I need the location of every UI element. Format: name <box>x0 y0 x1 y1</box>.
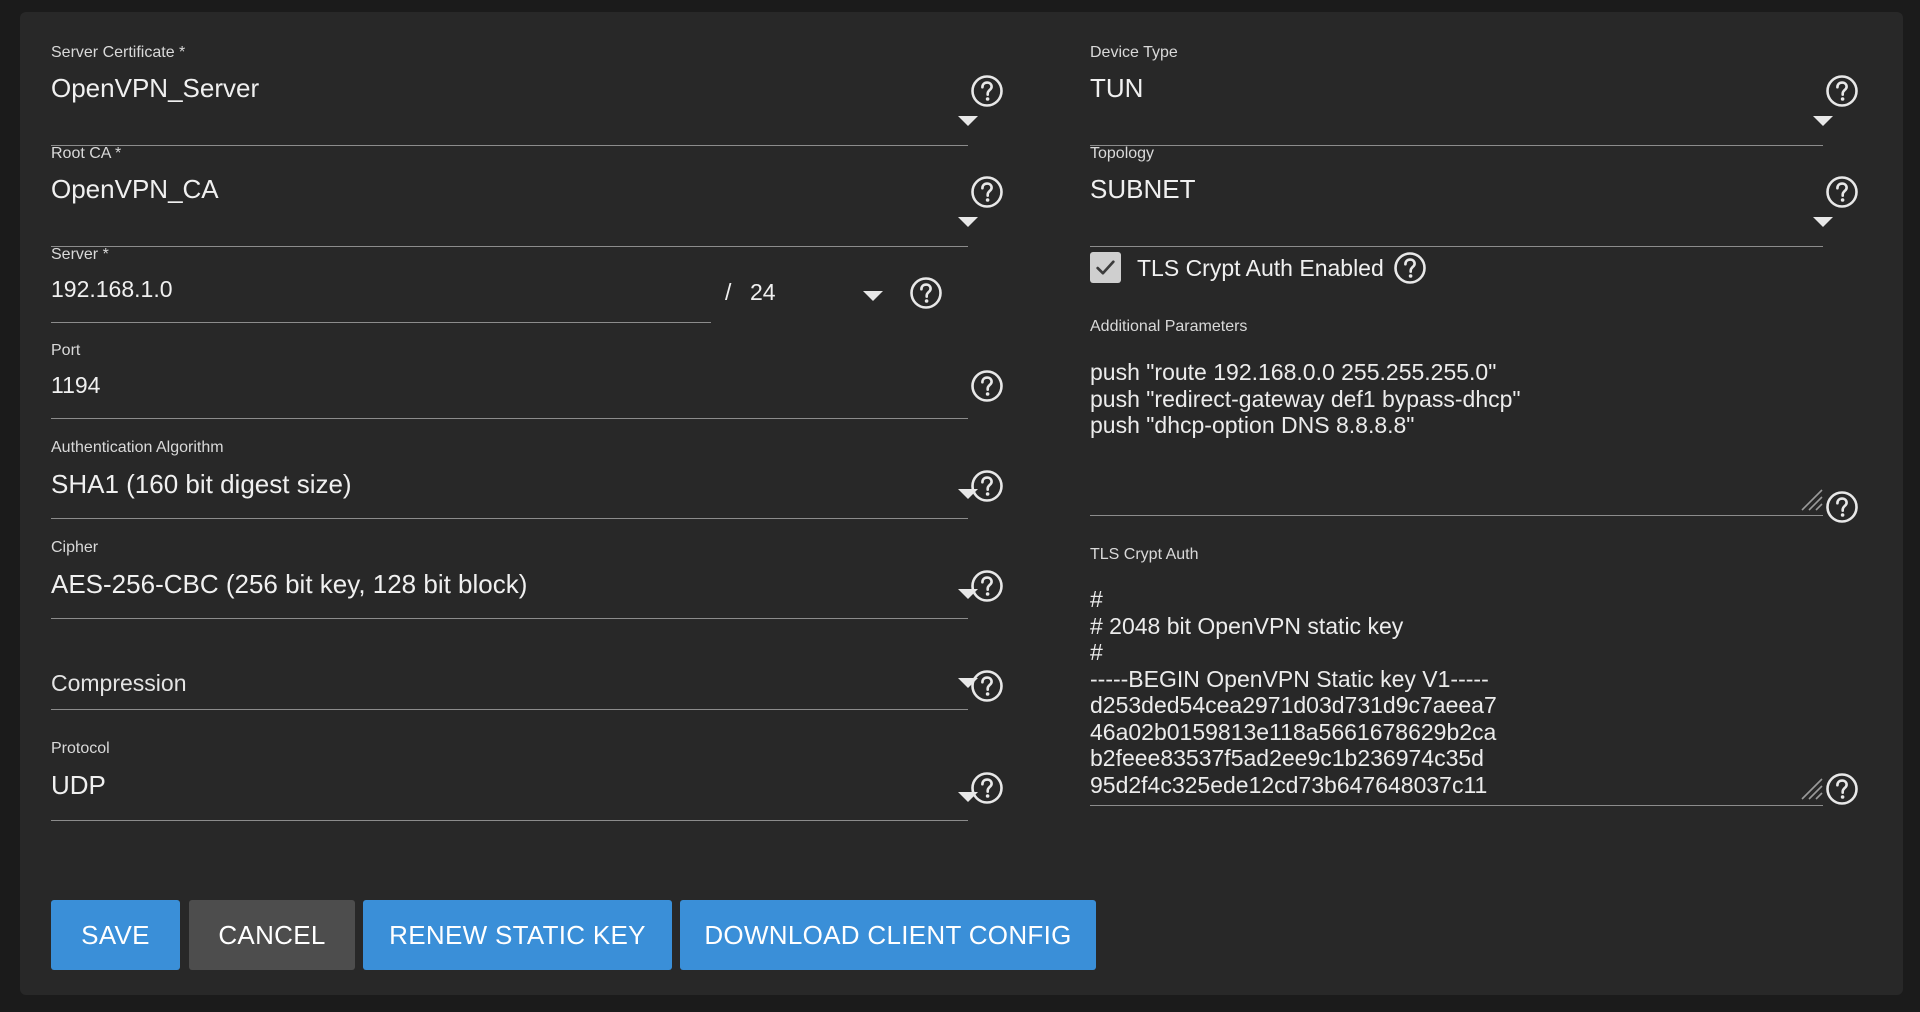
additional-parameters-underline <box>1090 515 1823 516</box>
renew-static-key-button[interactable]: RENEW STATIC KEY <box>363 900 672 970</box>
server-address-value: 192.168.1.0 <box>51 276 173 302</box>
help-circle-icon[interactable] <box>909 276 943 310</box>
additional-parameters-value: push "route 192.168.0.0 255.255.255.0" p… <box>1090 359 1521 438</box>
help-circle-icon[interactable] <box>1825 74 1859 108</box>
protocol-value: UDP <box>51 770 106 800</box>
help-circle-icon[interactable] <box>970 369 1004 403</box>
help-circle-icon[interactable] <box>970 175 1004 209</box>
help-circle-icon[interactable] <box>1393 251 1427 285</box>
help-circle-icon[interactable] <box>1825 772 1859 806</box>
compression-underline <box>51 709 968 710</box>
topology-select[interactable]: Topology SUBNET <box>1090 145 1850 247</box>
root-ca-value: OpenVPN_CA <box>51 174 219 204</box>
tls-crypt-auth-underline <box>1090 805 1823 806</box>
caret-down-icon[interactable] <box>1813 116 1833 126</box>
protocol-select[interactable]: Protocol UDP <box>51 740 988 825</box>
root-ca-select[interactable]: Root CA * OpenVPN_CA <box>51 145 988 247</box>
netmask-select[interactable]: 24 <box>750 274 920 324</box>
server-certificate-value: OpenVPN_Server <box>51 73 260 103</box>
additional-parameters-textarea[interactable]: Additional Parameters push "route 192.16… <box>1090 318 1830 528</box>
openvpn-server-form: Server Certificate * OpenVPN_Server Root… <box>20 12 1903 995</box>
tls-crypt-auth-enabled-checkbox[interactable] <box>1090 252 1121 283</box>
additional-parameters-label: Additional Parameters <box>1090 318 1248 335</box>
port-value: 1194 <box>51 372 101 398</box>
help-circle-icon[interactable] <box>1825 175 1859 209</box>
resize-grip-icon[interactable] <box>1798 486 1824 512</box>
server-label: Server * <box>51 246 109 263</box>
device-type-select[interactable]: Device Type TUN <box>1090 44 1850 146</box>
topology-underline <box>1090 246 1823 247</box>
cancel-button[interactable]: CANCEL <box>189 900 355 970</box>
download-client-config-button[interactable]: DOWNLOAD CLIENT CONFIG <box>680 900 1096 970</box>
save-button[interactable]: SAVE <box>51 900 180 970</box>
topology-label: Topology <box>1090 145 1155 162</box>
root-ca-label: Root CA * <box>51 145 122 162</box>
help-circle-icon[interactable] <box>970 569 1004 603</box>
authentication-algorithm-label: Authentication Algorithm <box>51 439 224 456</box>
protocol-label: Protocol <box>51 740 110 757</box>
check-icon <box>1096 260 1115 275</box>
help-circle-icon[interactable] <box>970 74 1004 108</box>
protocol-underline <box>51 820 968 821</box>
port-underline <box>51 418 968 419</box>
cipher-value: AES-256-CBC (256 bit key, 128 bit block) <box>51 569 528 599</box>
port-label: Port <box>51 342 81 359</box>
resize-grip-icon[interactable] <box>1798 775 1824 801</box>
compression-select[interactable]: Compression <box>51 662 988 724</box>
cipher-select[interactable]: Cipher AES-256-CBC (256 bit key, 128 bit… <box>51 539 988 624</box>
tls-crypt-auth-enabled-label[interactable]: TLS Crypt Auth Enabled <box>1137 255 1384 282</box>
server-certificate-label: Server Certificate * <box>51 44 186 61</box>
server-certificate-select[interactable]: Server Certificate * OpenVPN_Server <box>51 44 988 146</box>
tls-crypt-auth-textarea[interactable]: TLS Crypt Auth # # 2048 bit OpenVPN stat… <box>1090 546 1830 811</box>
server-address-input[interactable]: Server * 192.168.1.0 <box>51 246 711 331</box>
tls-crypt-auth-label: TLS Crypt Auth <box>1090 546 1199 563</box>
device-type-value: TUN <box>1090 73 1144 103</box>
netmask-value: 24 <box>750 279 776 305</box>
server-address-underline <box>51 322 711 323</box>
tls-crypt-auth-value: # # 2048 bit OpenVPN static key # -----B… <box>1090 586 1497 798</box>
cipher-label: Cipher <box>51 539 99 556</box>
help-circle-icon[interactable] <box>970 771 1004 805</box>
device-type-label: Device Type <box>1090 44 1178 61</box>
help-circle-icon[interactable] <box>970 669 1004 703</box>
authentication-algorithm-select[interactable]: Authentication Algorithm SHA1 (160 bit d… <box>51 439 988 524</box>
caret-down-icon[interactable] <box>863 291 883 301</box>
authentication-algorithm-value: SHA1 (160 bit digest size) <box>51 469 352 499</box>
port-input[interactable]: Port 1194 <box>51 342 988 427</box>
caret-down-icon[interactable] <box>1813 217 1833 227</box>
caret-down-icon[interactable] <box>958 116 978 126</box>
topology-value: SUBNET <box>1090 174 1196 204</box>
help-circle-icon[interactable] <box>970 469 1004 503</box>
caret-down-icon[interactable] <box>958 217 978 227</box>
cipher-underline <box>51 618 968 619</box>
help-circle-icon[interactable] <box>1825 490 1859 524</box>
netmask-separator: / <box>725 279 732 305</box>
compression-placeholder: Compression <box>51 670 187 696</box>
authentication-algorithm-underline <box>51 518 968 519</box>
